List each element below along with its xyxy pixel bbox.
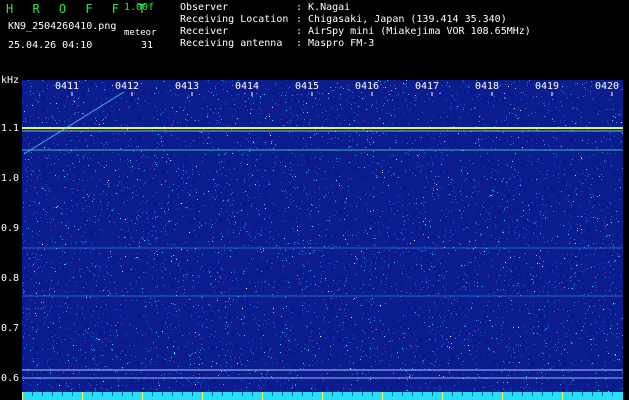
bottom-tick bbox=[492, 392, 493, 396]
bottom-tick bbox=[272, 392, 273, 396]
bottom-tick bbox=[52, 392, 53, 396]
location-value: : Chigasaki, Japan (139.414 35.340) bbox=[296, 14, 507, 25]
bottom-tick bbox=[292, 392, 293, 396]
bottom-tick bbox=[462, 392, 463, 396]
bottom-tick bbox=[112, 392, 113, 396]
bottom-tick bbox=[432, 392, 433, 396]
bottom-tick bbox=[302, 392, 303, 396]
time-axis-bar bbox=[22, 392, 623, 400]
x-tick-label: 0412 bbox=[114, 81, 141, 92]
bottom-tick bbox=[362, 392, 363, 396]
bottom-tick bbox=[352, 392, 353, 396]
bottom-tick bbox=[412, 392, 413, 396]
spectrogram-canvas bbox=[22, 80, 623, 392]
bottom-tick bbox=[542, 392, 543, 396]
bottom-tick bbox=[472, 392, 473, 396]
x-tick-label: 0417 bbox=[414, 81, 441, 92]
antenna-value: : Maspro FM-3 bbox=[296, 38, 375, 49]
x-tick-label: 0420 bbox=[594, 81, 621, 92]
bottom-tick bbox=[342, 392, 343, 396]
bottom-tick bbox=[382, 392, 383, 400]
bottom-tick bbox=[262, 392, 263, 400]
x-tick-label: 0411 bbox=[54, 81, 81, 92]
bottom-tick bbox=[522, 392, 523, 396]
bottom-tick bbox=[332, 392, 333, 396]
x-tick-label: 0416 bbox=[354, 81, 381, 92]
bottom-tick bbox=[162, 392, 163, 396]
bottom-tick bbox=[82, 392, 83, 400]
bottom-tick bbox=[72, 392, 73, 396]
spectrogram-window: H R O F F T 1.00f KN9_2504260410.png met… bbox=[0, 0, 629, 400]
x-tick-label: 0415 bbox=[294, 81, 321, 92]
bottom-tick bbox=[402, 392, 403, 396]
x-tick-label: 0419 bbox=[534, 81, 561, 92]
meteor-label: meteor bbox=[124, 28, 157, 38]
receiver-label: Receiver bbox=[180, 26, 229, 37]
bottom-tick bbox=[122, 392, 123, 396]
y-tick-label: 0.9 bbox=[1, 223, 20, 234]
observer-value: : K.Nagai bbox=[296, 2, 351, 13]
bottom-tick bbox=[222, 392, 223, 396]
bottom-tick bbox=[92, 392, 93, 396]
bottom-tick bbox=[182, 392, 183, 396]
bottom-tick bbox=[202, 392, 203, 400]
bottom-tick bbox=[532, 392, 533, 396]
bottom-tick bbox=[322, 392, 323, 400]
bottom-tick bbox=[452, 392, 453, 396]
x-tick-label: 0413 bbox=[174, 81, 201, 92]
bottom-tick bbox=[422, 392, 423, 396]
bottom-tick bbox=[42, 392, 43, 396]
bottom-tick bbox=[282, 392, 283, 396]
bottom-tick bbox=[32, 392, 33, 396]
bottom-tick bbox=[132, 392, 133, 396]
bottom-tick bbox=[442, 392, 443, 400]
date-time: 25.04.26 04:10 bbox=[8, 40, 93, 51]
y-tick-label: 0.6 bbox=[1, 373, 20, 384]
bottom-tick bbox=[562, 392, 563, 400]
location-label: Receiving Location bbox=[180, 14, 289, 25]
bottom-tick bbox=[612, 392, 613, 396]
bottom-tick bbox=[152, 392, 153, 396]
bottom-tick bbox=[242, 392, 243, 396]
app-version: 1.00f bbox=[124, 2, 155, 13]
x-tick-label: 0418 bbox=[474, 81, 501, 92]
bottom-tick bbox=[172, 392, 173, 396]
bottom-tick bbox=[582, 392, 583, 396]
file-name: KN9_2504260410.png bbox=[8, 21, 117, 32]
bottom-tick bbox=[592, 392, 593, 396]
bottom-tick bbox=[572, 392, 573, 396]
receiver-value: : AirSpy mini (Miakejima VOR 108.65MHz) bbox=[296, 26, 531, 37]
y-axis-unit: kHz bbox=[1, 75, 20, 86]
bottom-tick bbox=[102, 392, 103, 396]
observer-label: Observer bbox=[180, 2, 229, 13]
bottom-tick bbox=[392, 392, 393, 396]
bottom-tick bbox=[212, 392, 213, 396]
bottom-tick bbox=[512, 392, 513, 396]
bottom-tick bbox=[252, 392, 253, 396]
antenna-label: Receiving antenna bbox=[180, 38, 283, 49]
bottom-tick bbox=[142, 392, 143, 400]
bottom-tick bbox=[482, 392, 483, 396]
bottom-tick bbox=[22, 392, 23, 400]
meteor-count: 31 bbox=[141, 40, 154, 51]
bottom-tick bbox=[502, 392, 503, 400]
bottom-tick bbox=[602, 392, 603, 396]
spectrogram-plot bbox=[22, 80, 623, 392]
y-tick-label: 1.0 bbox=[1, 173, 20, 184]
bottom-tick bbox=[232, 392, 233, 396]
bottom-tick bbox=[192, 392, 193, 396]
bottom-tick bbox=[62, 392, 63, 396]
bottom-tick bbox=[372, 392, 373, 396]
x-tick-label: 0414 bbox=[234, 81, 261, 92]
bottom-tick bbox=[312, 392, 313, 396]
y-tick-label: 0.7 bbox=[1, 323, 20, 334]
y-tick-label: 1.1 bbox=[1, 123, 20, 134]
y-tick-label: 0.8 bbox=[1, 273, 20, 284]
bottom-tick bbox=[552, 392, 553, 396]
